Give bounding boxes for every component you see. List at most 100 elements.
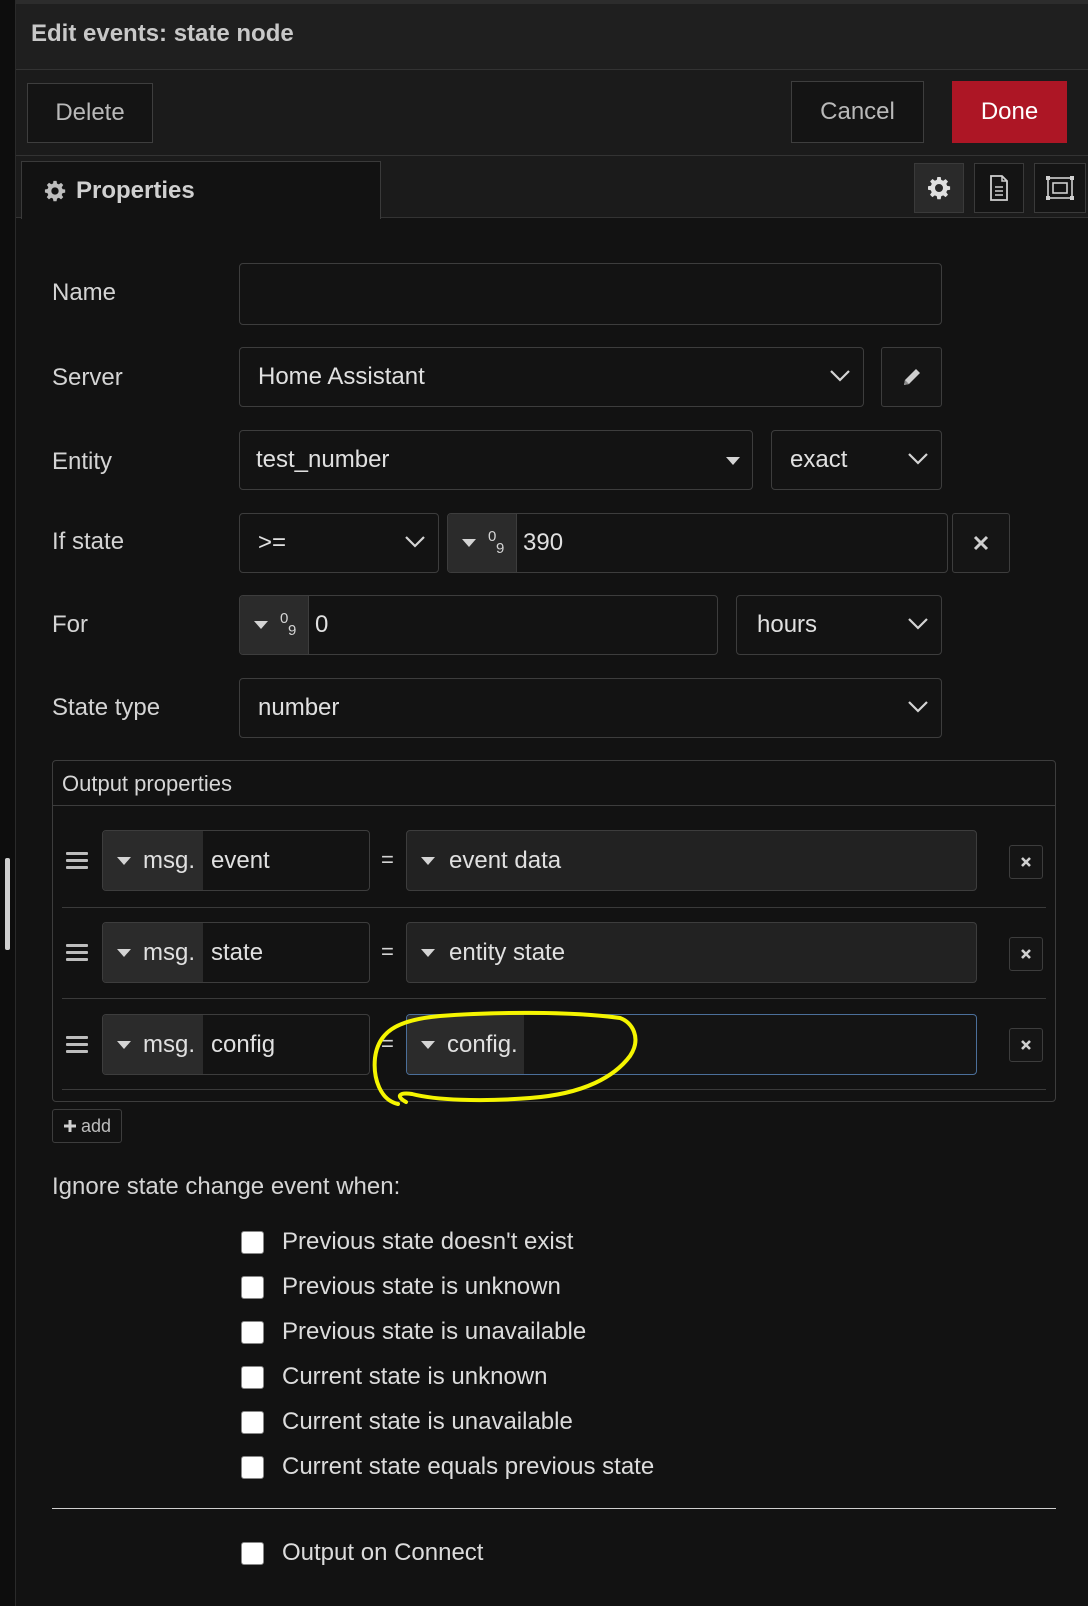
close-icon <box>1021 1040 1031 1050</box>
checkbox[interactable] <box>241 1455 264 1479</box>
number-type-icon: 09 <box>280 610 297 639</box>
output-property-name: event <box>211 846 270 874</box>
close-icon <box>1021 949 1031 959</box>
section-divider <box>52 1508 1056 1509</box>
node-settings-tab[interactable] <box>914 163 964 213</box>
output-property-input[interactable]: msg. config <box>102 1014 370 1075</box>
number-type-icon: 09 <box>488 528 505 557</box>
ignore-option-row[interactable]: Previous state is unavailable <box>241 1318 586 1346</box>
highlight-annotation <box>372 1010 638 1106</box>
done-button[interactable]: Done <box>952 81 1067 143</box>
pencil-icon <box>903 369 920 385</box>
delete-button[interactable]: Delete <box>27 83 153 143</box>
remove-row-button[interactable] <box>1009 845 1043 879</box>
cancel-button[interactable]: Cancel <box>791 81 924 143</box>
remove-row-button[interactable] <box>1009 1028 1043 1062</box>
remove-row-button[interactable] <box>1009 937 1043 971</box>
ifstate-label: If state <box>52 528 125 555</box>
ifstate-operator-select[interactable]: >= <box>239 513 439 573</box>
statetype-select[interactable]: number <box>239 678 942 738</box>
gear-icon <box>928 177 951 200</box>
statetype-value: number <box>258 694 340 721</box>
tab-properties[interactable]: Properties <box>21 161 381 219</box>
appearance-tab[interactable] <box>1034 163 1086 213</box>
checkbox-label: Current state equals previous state <box>282 1453 655 1480</box>
chevron-down-icon <box>830 370 850 382</box>
dropdown-caret-icon <box>117 856 131 865</box>
dropdown-caret-icon <box>117 1040 131 1049</box>
chevron-down-icon <box>908 453 928 465</box>
entity-match-select[interactable]: exact <box>771 430 942 490</box>
output-value: entity state <box>449 938 566 966</box>
edit-server-button[interactable] <box>881 347 942 407</box>
clear-ifstate-button[interactable] <box>952 513 1010 573</box>
close-icon <box>973 535 989 551</box>
output-on-connect-row[interactable]: Output on Connect <box>241 1539 483 1567</box>
checkbox[interactable] <box>241 1320 264 1344</box>
type-selector[interactable]: msg. <box>103 923 204 982</box>
ifstate-value-input[interactable]: 09 390 <box>447 513 948 573</box>
checkbox[interactable] <box>241 1230 264 1254</box>
checkbox-label: Previous state is unknown <box>282 1273 561 1300</box>
server-select[interactable]: Home Assistant <box>239 347 864 407</box>
entity-value: test_number <box>256 446 390 473</box>
tab-properties-label: Properties <box>76 176 195 204</box>
gear-icon <box>44 180 66 201</box>
type-selector[interactable]: msg. <box>103 831 204 890</box>
row-divider <box>62 998 1046 999</box>
checkbox-label: Output on Connect <box>282 1539 484 1566</box>
output-property-name: config <box>211 1030 276 1058</box>
output-property-input[interactable]: msg. state <box>102 922 370 983</box>
checkbox[interactable] <box>241 1410 264 1434</box>
resize-handle[interactable] <box>5 858 10 950</box>
output-property-name: state <box>211 938 264 966</box>
checkbox[interactable] <box>241 1275 264 1299</box>
output-value-select[interactable]: entity state <box>406 922 977 983</box>
drag-handle-icon[interactable] <box>66 852 88 870</box>
output-value-select[interactable]: event data <box>406 830 977 891</box>
for-unit-select[interactable]: hours <box>736 595 942 655</box>
drag-handle-icon[interactable] <box>66 1036 88 1054</box>
ifstate-value: 390 <box>523 529 564 556</box>
plus-icon <box>63 1120 76 1132</box>
output-property-input[interactable]: msg. event <box>102 830 370 891</box>
ignore-option-row[interactable]: Previous state is unknown <box>241 1273 561 1301</box>
entity-label: Entity <box>52 448 113 475</box>
drag-handle-icon[interactable] <box>66 944 88 962</box>
description-tab[interactable] <box>974 163 1024 213</box>
server-value: Home Assistant <box>258 363 425 390</box>
dropdown-caret-icon <box>421 856 435 865</box>
add-output-property-button[interactable]: add <box>52 1109 122 1143</box>
checkbox-label: Current state is unknown <box>282 1363 548 1390</box>
document-icon <box>990 175 1008 201</box>
statetype-label: State type <box>52 694 161 721</box>
name-label: Name <box>52 279 117 306</box>
layout-icon <box>1046 176 1074 200</box>
checkbox[interactable] <box>241 1541 264 1565</box>
output-properties-title: Output properties <box>62 771 232 796</box>
type-selector[interactable]: 09 <box>448 514 517 572</box>
output-value: event data <box>449 846 562 874</box>
for-value: 0 <box>315 611 329 638</box>
name-input[interactable] <box>239 263 942 325</box>
entity-match-value: exact <box>790 446 848 473</box>
dropdown-caret-icon <box>421 948 435 957</box>
for-value-input[interactable]: 09 0 <box>239 595 718 655</box>
checkbox[interactable] <box>241 1365 264 1389</box>
ignore-heading: Ignore state change event when: <box>52 1173 401 1200</box>
ignore-option-row[interactable]: Current state equals previous state <box>241 1453 654 1481</box>
type-selector[interactable]: msg. <box>103 1015 204 1074</box>
entity-input[interactable]: test_number <box>239 430 753 490</box>
tray-title: Edit events: state node <box>31 20 294 47</box>
for-label: For <box>52 611 88 638</box>
ignore-option-row[interactable]: Current state is unknown <box>241 1363 547 1391</box>
close-icon <box>1021 857 1031 867</box>
dropdown-caret-icon <box>254 621 268 629</box>
dropdown-caret-icon <box>117 948 131 957</box>
type-selector[interactable]: 09 <box>240 596 309 654</box>
ignore-option-row[interactable]: Previous state doesn't exist <box>241 1228 573 1256</box>
tray-toolbar <box>16 70 1088 156</box>
ignore-option-row[interactable]: Current state is unavailable <box>241 1408 573 1436</box>
checkbox-label: Previous state doesn't exist <box>282 1228 574 1255</box>
ifstate-operator-value: >= <box>258 529 287 556</box>
